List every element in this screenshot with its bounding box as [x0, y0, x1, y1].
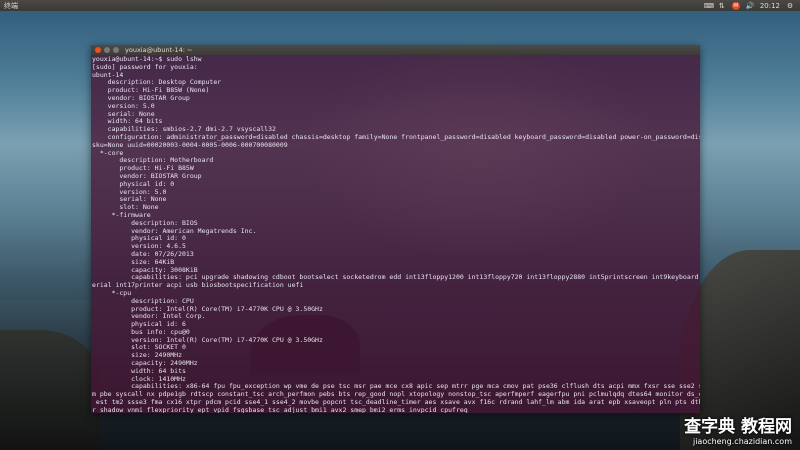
terminal-line: description: Desktop Computer — [92, 79, 222, 87]
terminal-line: width: 64 bits — [92, 118, 163, 126]
power-gear-icon[interactable]: ⚙ — [786, 2, 794, 10]
maximize-icon[interactable] — [113, 47, 119, 53]
notification-icon[interactable]: ✉ — [731, 1, 740, 10]
terminal-line: youxia@ubunt-14:~$ sudo lshw — [92, 56, 202, 63]
watermark-logo: 查字典 教程网 — [684, 417, 792, 437]
terminal-line: est tm2 ssse3 fma cx16 xtpr pdcm pcid ss… — [92, 399, 700, 407]
terminal-line: clock: 1410MHz — [92, 375, 186, 383]
terminal-line: version: 5.0 — [92, 188, 167, 196]
terminal-line: product: Hi-Fi B85W — [92, 165, 194, 173]
close-icon[interactable] — [95, 47, 101, 53]
terminal-line: date: 07/26/2013 — [92, 250, 194, 258]
terminal-line: description: BIOS — [92, 219, 198, 227]
terminal-line: version: 5.0 — [92, 102, 155, 110]
terminal-line: description: Motherboard — [92, 157, 214, 165]
terminal-line: capabilities: pci upgrade shadowing cdbo… — [92, 274, 700, 282]
watermark: 查字典 教程网 jiaocheng.chazidian.com — [684, 412, 792, 446]
volume-icon[interactable]: 🔊 — [746, 2, 755, 10]
terminal-line: physical id: 6 — [92, 321, 186, 329]
wallpaper-rock — [0, 330, 100, 450]
terminal-line: product: Hi-Fi B85W (None) — [92, 87, 210, 95]
terminal-line: serial: None — [92, 110, 155, 118]
terminal-line: configuration: administrator_password=di… — [92, 133, 700, 141]
network-icon[interactable]: ⇅ — [718, 2, 726, 10]
terminal-line: vendor: American Megatrends Inc. — [92, 227, 257, 235]
terminal-output[interactable]: youxia@ubunt-14:~$ sudo lshw [sudo] passw… — [91, 55, 700, 413]
terminal-line: physical id: 0 — [92, 180, 175, 188]
terminal-window[interactable]: youxia@ubunt-14: ~ youxia@ubunt-14:~$ su… — [91, 45, 700, 413]
terminal-line: slot: None — [92, 204, 159, 212]
terminal-line: bus info: cpu@0 — [92, 328, 190, 336]
terminal-line: vendor: BIOSTAR Group — [92, 94, 190, 102]
terminal-line: capacity: 3008KiB — [92, 266, 198, 274]
clock[interactable]: 20:12 — [760, 2, 780, 10]
terminal-line: m pbe syscall nx pdpe1gb rdtscp constant… — [92, 391, 700, 399]
terminal-line: *-core — [92, 149, 124, 157]
keyboard-icon[interactable]: ⌨ — [704, 2, 714, 10]
terminal-line: version: 4.6.5 — [92, 243, 186, 251]
window-title: youxia@ubunt-14: ~ — [125, 46, 193, 54]
terminal-line: version: Intel(R) Core(TM) i7-4770K CPU … — [92, 336, 323, 344]
terminal-line: ubunt-14 — [92, 71, 124, 79]
terminal-line: size: 64KiB — [92, 258, 175, 266]
terminal-line: r_shadow vnmi flexpriority ept vpid fsgs… — [92, 406, 468, 413]
window-titlebar[interactable]: youxia@ubunt-14: ~ — [91, 45, 700, 55]
terminal-line: erial int17printer acpi usb biosbootspec… — [92, 282, 304, 290]
terminal-line: *-firmware — [92, 211, 151, 219]
terminal-line: [sudo] password for youxia: — [92, 63, 198, 71]
terminal-line: description: CPU — [92, 297, 194, 305]
terminal-line: *-cpu — [92, 289, 132, 297]
minimize-icon[interactable] — [104, 47, 110, 53]
panel-app-title: 终端 — [4, 1, 18, 10]
terminal-line: serial: None — [92, 196, 167, 204]
watermark-url: jiaocheng.chazidian.com — [692, 437, 792, 446]
terminal-line: vendor: BIOSTAR Group — [92, 172, 202, 180]
terminal-line: sku=None uuid=00020003-0004-0005-0006-00… — [92, 141, 288, 149]
terminal-line: size: 2490MHz — [92, 352, 183, 360]
terminal-line: product: Intel(R) Core(TM) i7-4770K CPU … — [92, 305, 323, 313]
terminal-line: capabilities: smbios-2.7 dmi-2.7 vsyscal… — [92, 126, 276, 134]
terminal-line: physical id: 0 — [92, 235, 186, 243]
terminal-line: capabilities: x86-64 fpu fpu_exception w… — [92, 383, 700, 391]
terminal-line: vendor: Intel Corp. — [92, 313, 206, 321]
terminal-line: slot: SOCKET 0 — [92, 344, 186, 352]
terminal-line: width: 64 bits — [92, 367, 186, 375]
system-tray: ⌨ ⇅ ✉ 🔊 20:12 ⚙ — [704, 0, 794, 11]
top-panel: 终端 ⌨ ⇅ ✉ 🔊 20:12 ⚙ — [0, 0, 800, 11]
terminal-line: capacity: 2490MHz — [92, 360, 198, 368]
